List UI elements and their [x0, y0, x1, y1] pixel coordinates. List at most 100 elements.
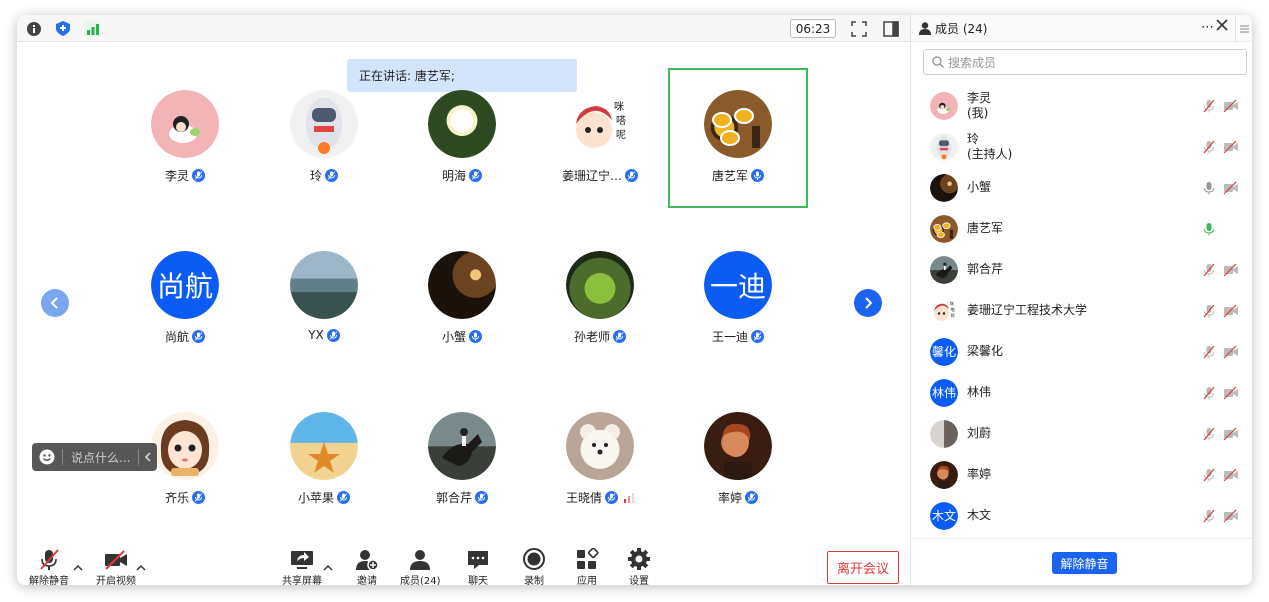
- svg-text:嗒: 嗒: [951, 307, 955, 312]
- member-list-item[interactable]: 率婷: [911, 454, 1252, 495]
- video-area: 06:23 正在讲话: 唐艺军; 李灵玲明海咪嗒呢姜珊辽宁… 唐艺军 尚航 尚航 YX 小…: [17, 15, 910, 585]
- network-signal-icon[interactable]: [84, 20, 101, 37]
- members-icon: [410, 550, 431, 570]
- mic-muted-icon: [40, 549, 59, 570]
- camera-off-icon: [105, 550, 127, 570]
- mic-speaking-icon[interactable]: [1203, 221, 1215, 240]
- member-list-item[interactable]: 郭合芹: [911, 249, 1252, 290]
- settings-button[interactable]: 设置: [627, 548, 651, 585]
- member-avatar: [930, 173, 958, 202]
- mic-muted-icon[interactable]: [1203, 139, 1215, 158]
- participant-tile[interactable]: 咪嗒呢姜珊辽宁…: [530, 68, 670, 208]
- member-name: 率婷: [967, 467, 992, 481]
- apps-button[interactable]: 应用: [575, 548, 599, 585]
- chat-button[interactable]: 聊天: [466, 548, 490, 585]
- mic-muted-icon[interactable]: [1203, 385, 1215, 404]
- mic-muted-icon[interactable]: [1203, 467, 1215, 486]
- unmute-button[interactable]: 解除静音: [29, 548, 69, 585]
- camera-off-icon[interactable]: [1223, 262, 1239, 281]
- participant-tile[interactable]: 李灵: [115, 68, 255, 208]
- member-list-item[interactable]: 刘蔚: [911, 413, 1252, 454]
- camera-off-icon[interactable]: [1223, 508, 1239, 527]
- camera-off-icon[interactable]: [1223, 98, 1239, 117]
- emoji-icon[interactable]: [39, 449, 55, 465]
- participant-tile[interactable]: 郭合芹: [392, 390, 532, 530]
- fullscreen-icon[interactable]: [850, 20, 867, 37]
- member-avatar: 咪嗒呢: [930, 296, 958, 325]
- audio-options-chevron-icon[interactable]: [73, 556, 83, 575]
- member-search-input[interactable]: 搜索成员: [923, 49, 1247, 75]
- camera-off-icon[interactable]: [1223, 426, 1239, 445]
- mic-muted-icon[interactable]: [1203, 344, 1215, 363]
- mic-muted-badge-icon: [469, 169, 482, 182]
- meeting-window: 06:23 正在讲话: 唐艺军; 李灵玲明海咪嗒呢姜珊辽宁… 唐艺军 尚航 尚航 YX 小…: [17, 15, 1252, 585]
- camera-off-icon[interactable]: [1223, 344, 1239, 363]
- collapse-chevron-icon[interactable]: [144, 452, 152, 462]
- camera-off-icon[interactable]: [1223, 180, 1239, 199]
- quick-chat-box[interactable]: 说点什么...: [32, 443, 157, 471]
- security-shield-icon[interactable]: [54, 20, 71, 37]
- member-avatar: [930, 460, 958, 489]
- apps-grid-icon: [577, 548, 599, 569]
- participant-tile[interactable]: 小苹果: [254, 390, 394, 530]
- panel-menu-icon[interactable]: [1235, 15, 1252, 42]
- participant-tile[interactable]: YX: [254, 229, 394, 369]
- close-icon[interactable]: [1216, 19, 1228, 31]
- camera-off-icon[interactable]: [1223, 385, 1239, 404]
- member-list-item[interactable]: 林伟 林伟: [911, 372, 1252, 413]
- participant-tile[interactable]: 一迪 王一迪: [668, 229, 808, 369]
- participant-tile[interactable]: 尚航 尚航: [115, 229, 255, 369]
- mic-muted-icon[interactable]: [1203, 98, 1215, 117]
- member-list-item[interactable]: 小蟹: [911, 167, 1252, 208]
- start-video-button[interactable]: 开启视频: [96, 548, 136, 585]
- invite-button[interactable]: 邀请: [355, 548, 379, 585]
- participant-tile[interactable]: 明海: [392, 68, 532, 208]
- camera-off-icon[interactable]: [1223, 467, 1239, 486]
- participant-tile[interactable]: 玲: [254, 68, 394, 208]
- share-options-chevron-icon[interactable]: [323, 556, 333, 575]
- member-list-item[interactable]: 李灵 (我): [911, 85, 1252, 126]
- mic-muted-badge-icon: [745, 491, 758, 504]
- settings-label: 设置: [629, 576, 649, 585]
- mic-muted-icon[interactable]: [1203, 508, 1215, 527]
- member-list-item[interactable]: 馨化 梁馨化: [911, 331, 1252, 372]
- participant-tile[interactable]: 唐艺军: [668, 68, 808, 208]
- member-avatar: [930, 91, 958, 120]
- toggle-sidebar-icon[interactable]: [882, 20, 899, 37]
- member-list-item[interactable]: 玲 (主持人): [911, 126, 1252, 167]
- share-screen-button[interactable]: 共享屏幕: [282, 548, 322, 585]
- participant-tile[interactable]: 孙老师: [530, 229, 670, 369]
- camera-off-icon[interactable]: [1223, 303, 1239, 322]
- participant-tile[interactable]: 率婷: [668, 390, 808, 530]
- member-list-item[interactable]: 咪嗒呢 姜珊辽宁工程技术大学: [911, 290, 1252, 331]
- mic-muted-icon[interactable]: [1203, 303, 1215, 322]
- svg-text:嗒: 嗒: [616, 115, 626, 127]
- mic-muted-badge-icon: [625, 169, 638, 182]
- member-list-item[interactable]: 唐艺军: [911, 208, 1252, 249]
- mic-muted-badge-icon: [325, 169, 338, 182]
- members-button[interactable]: 成员(24): [400, 548, 441, 585]
- camera-off-icon[interactable]: [1223, 139, 1239, 158]
- video-options-chevron-icon[interactable]: [136, 556, 146, 575]
- top-bar: 06:23: [17, 15, 910, 42]
- mic-muted-icon[interactable]: [1203, 426, 1215, 445]
- info-icon[interactable]: [25, 20, 42, 37]
- participant-avatar: [290, 251, 358, 319]
- more-options-icon[interactable]: ⋯: [1201, 20, 1215, 35]
- participant-name: 孙老师: [573, 330, 610, 344]
- chat-placeholder[interactable]: 说点什么...: [71, 449, 130, 466]
- mic-muted-icon[interactable]: [1203, 262, 1215, 281]
- participant-tile[interactable]: 王晓倩: [530, 390, 670, 530]
- mic-icon[interactable]: [1203, 180, 1215, 199]
- unmute-label: 解除静音: [29, 576, 69, 585]
- record-button[interactable]: 录制: [522, 548, 546, 585]
- next-page-button[interactable]: [854, 289, 882, 317]
- prev-page-button[interactable]: [41, 289, 69, 317]
- member-list-item[interactable]: 木文 木文: [911, 495, 1252, 536]
- participant-tile[interactable]: 小蟹: [392, 229, 532, 369]
- participant-avatar: [428, 251, 496, 319]
- member-name: 小蟹: [967, 180, 992, 194]
- leave-meeting-button[interactable]: 离开会议: [827, 551, 899, 584]
- unmute-all-button[interactable]: 解除静音: [1052, 552, 1117, 574]
- participant-avatar: [566, 412, 634, 480]
